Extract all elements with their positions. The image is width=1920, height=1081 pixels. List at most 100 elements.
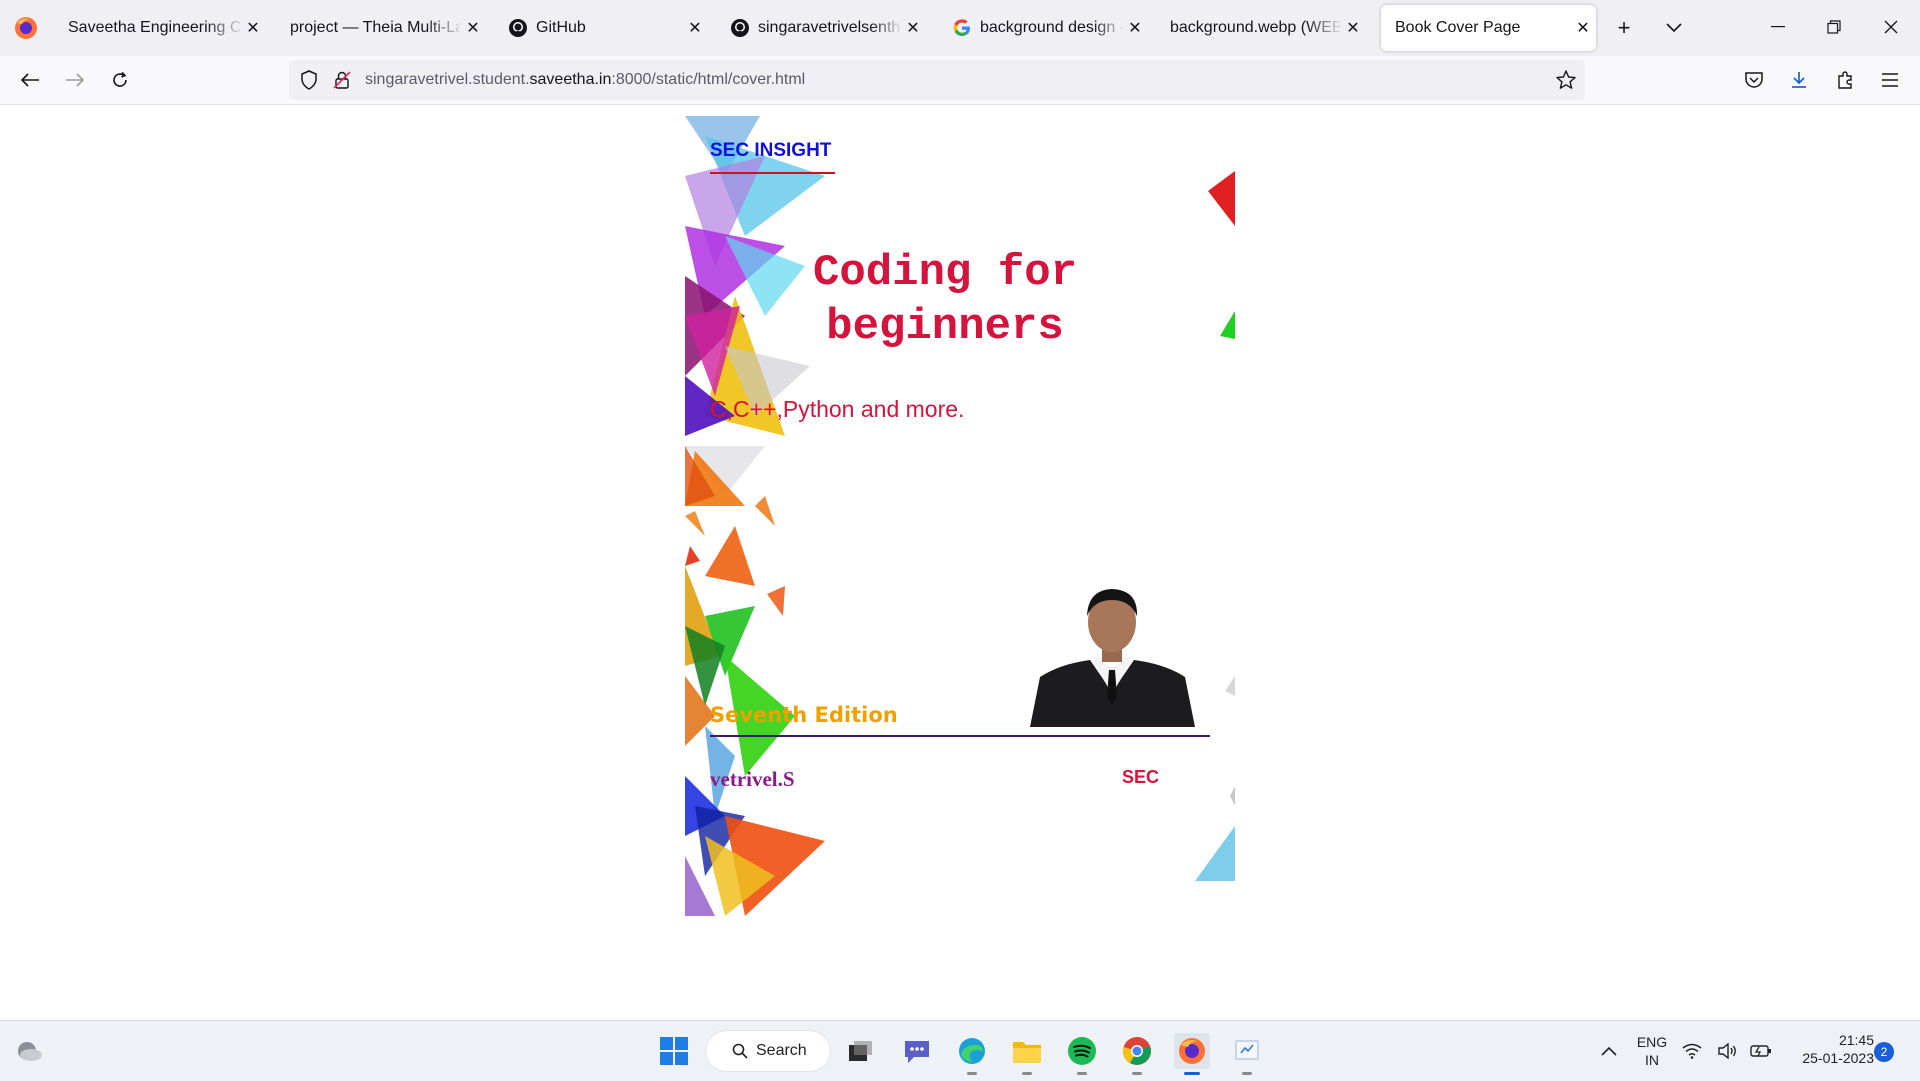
- tab-title: Book Cover Page: [1395, 19, 1521, 36]
- app-menu-button[interactable]: [1874, 64, 1906, 96]
- tab-github[interactable]: GitHub ✕: [494, 5, 708, 51]
- author-photo: [1030, 582, 1195, 727]
- tab-book-cover[interactable]: Book Cover Page ✕: [1381, 5, 1596, 51]
- running-indicator: [1132, 1072, 1142, 1075]
- pocket-button[interactable]: [1738, 64, 1770, 96]
- new-tab-button[interactable]: +: [1610, 14, 1638, 42]
- edition-underline: [710, 735, 1210, 737]
- bookmark-star-icon[interactable]: [1555, 69, 1577, 96]
- insecure-lock-icon[interactable]: [332, 70, 352, 95]
- close-icon[interactable]: ✕: [240, 18, 266, 38]
- triangle-background-art: [685, 116, 1235, 916]
- spotify-icon[interactable]: [1064, 1033, 1100, 1075]
- hamburger-menu-icon: [1882, 73, 1898, 87]
- minimize-icon: [1771, 26, 1785, 28]
- close-icon[interactable]: ✕: [460, 18, 486, 38]
- volume-icon[interactable]: [1716, 1033, 1740, 1069]
- organization-label: SEC: [1122, 767, 1160, 787]
- close-icon: [1884, 20, 1898, 34]
- book-title: Coding for beginners: [795, 246, 1095, 354]
- arrow-right-icon: [66, 73, 85, 87]
- downloads-button[interactable]: [1783, 64, 1815, 96]
- restore-icon: [1827, 20, 1841, 34]
- region-code: IN: [1645, 1052, 1659, 1068]
- start-button[interactable]: [656, 1033, 692, 1069]
- tab-saveetha[interactable]: Saveetha Engineering Colle ✕: [54, 5, 266, 51]
- firefox-menu-icon[interactable]: [12, 14, 40, 42]
- pocket-icon: [1745, 72, 1763, 88]
- list-all-tabs-button[interactable]: [1660, 14, 1688, 42]
- language-code: ENG: [1636, 1034, 1668, 1050]
- search-label: Search: [756, 1042, 807, 1059]
- taskbar-search[interactable]: Search: [706, 1031, 830, 1071]
- tab-title: Saveetha Engineering Colle: [68, 19, 240, 36]
- firefox-taskbar-icon[interactable]: [1174, 1033, 1210, 1075]
- file-explorer-icon[interactable]: [1009, 1033, 1045, 1075]
- running-indicator: [1242, 1072, 1252, 1075]
- task-view-icon[interactable]: [843, 1033, 879, 1069]
- tab-google-search[interactable]: background design - G ✕: [938, 5, 1148, 51]
- search-icon: [732, 1043, 748, 1059]
- back-button[interactable]: [14, 64, 46, 96]
- forward-button[interactable]: [59, 64, 91, 96]
- running-indicator: [1022, 1072, 1032, 1075]
- windows-logo-icon: [660, 1037, 688, 1065]
- whiteboard-app-icon[interactable]: [1229, 1033, 1265, 1075]
- clock-time: 21:45: [1838, 1032, 1874, 1048]
- github-icon: [508, 18, 528, 38]
- download-icon: [1792, 72, 1806, 88]
- language-indicator[interactable]: ENG IN: [1632, 1033, 1672, 1069]
- tab-github-profile[interactable]: singaravetrivelsenthilk ✕: [716, 5, 926, 51]
- tab-title: singaravetrivelsenthilk: [758, 19, 900, 36]
- active-indicator: [1184, 1072, 1200, 1075]
- clock-date: 25-01-2023: [1802, 1050, 1874, 1066]
- notification-badge[interactable]: 2: [1874, 1042, 1894, 1062]
- reload-button[interactable]: [104, 64, 136, 96]
- reload-icon: [113, 71, 127, 87]
- close-icon[interactable]: ✕: [1340, 18, 1366, 38]
- wifi-icon[interactable]: [1680, 1033, 1704, 1069]
- close-icon[interactable]: ✕: [1570, 18, 1596, 38]
- tab-strip: Saveetha Engineering Colle ✕ project — T…: [0, 0, 1920, 56]
- close-icon[interactable]: ✕: [900, 18, 926, 38]
- arrow-left-icon: [20, 73, 39, 87]
- minimize-button[interactable]: [1758, 10, 1798, 44]
- publisher-name: SEC INSIGHT: [710, 140, 832, 161]
- tab-background-webp[interactable]: background.webp (WEBP I ✕: [1156, 5, 1366, 51]
- book-cover: SEC INSIGHT Coding for beginners C,C++,P…: [685, 116, 1235, 916]
- close-window-button[interactable]: [1871, 10, 1911, 44]
- book-title-line: Coding for: [812, 248, 1078, 298]
- restore-button[interactable]: [1814, 10, 1854, 44]
- puzzle-icon: [1838, 71, 1852, 89]
- book-title-line: beginners: [826, 302, 1064, 352]
- chevron-down-icon: [1666, 23, 1682, 33]
- windows-taskbar: Search ENG IN 21:45 25-01-2023 2: [0, 1020, 1920, 1081]
- url-suffix: :8000/static/html/cover.html: [611, 71, 806, 88]
- extensions-button[interactable]: [1829, 64, 1861, 96]
- chrome-icon[interactable]: [1119, 1033, 1155, 1075]
- running-indicator: [967, 1072, 977, 1075]
- url-domain: saveetha.in: [529, 71, 612, 88]
- tab-title: project — Theia Multi-Lang: [290, 19, 460, 36]
- google-icon: [952, 18, 972, 38]
- teams-chat-icon[interactable]: [899, 1033, 935, 1069]
- tab-title: GitHub: [536, 19, 586, 36]
- running-indicator: [1077, 1072, 1087, 1075]
- edge-browser-icon[interactable]: [954, 1033, 990, 1075]
- url-prefix: singaravetrivel.student.: [365, 71, 530, 88]
- author-name: vetrivel.S: [710, 767, 795, 791]
- url-bar[interactable]: singaravetrivel.student.saveetha.in:8000…: [289, 60, 1585, 100]
- battery-icon[interactable]: [1748, 1033, 1774, 1069]
- clock[interactable]: 21:45 25-01-2023: [1784, 1031, 1874, 1067]
- url-text[interactable]: singaravetrivel.student.saveetha.in:8000…: [365, 71, 805, 89]
- show-hidden-icons-chevron-up-icon[interactable]: [1591, 1033, 1627, 1069]
- tracking-protection-shield-icon[interactable]: [299, 70, 319, 95]
- book-subtitle: C,C++,Python and more.: [710, 396, 965, 422]
- tab-title: background.webp (WEBP I: [1170, 19, 1340, 36]
- tab-theia-project[interactable]: project — Theia Multi-Lang ✕: [276, 5, 486, 51]
- close-icon[interactable]: ✕: [682, 18, 708, 38]
- navigation-toolbar: singaravetrivel.student.saveetha.in:8000…: [0, 56, 1920, 105]
- edition-label: Seventh Edition: [710, 703, 898, 727]
- weather-widget-icon[interactable]: [10, 1033, 46, 1069]
- close-icon[interactable]: ✕: [1122, 18, 1148, 38]
